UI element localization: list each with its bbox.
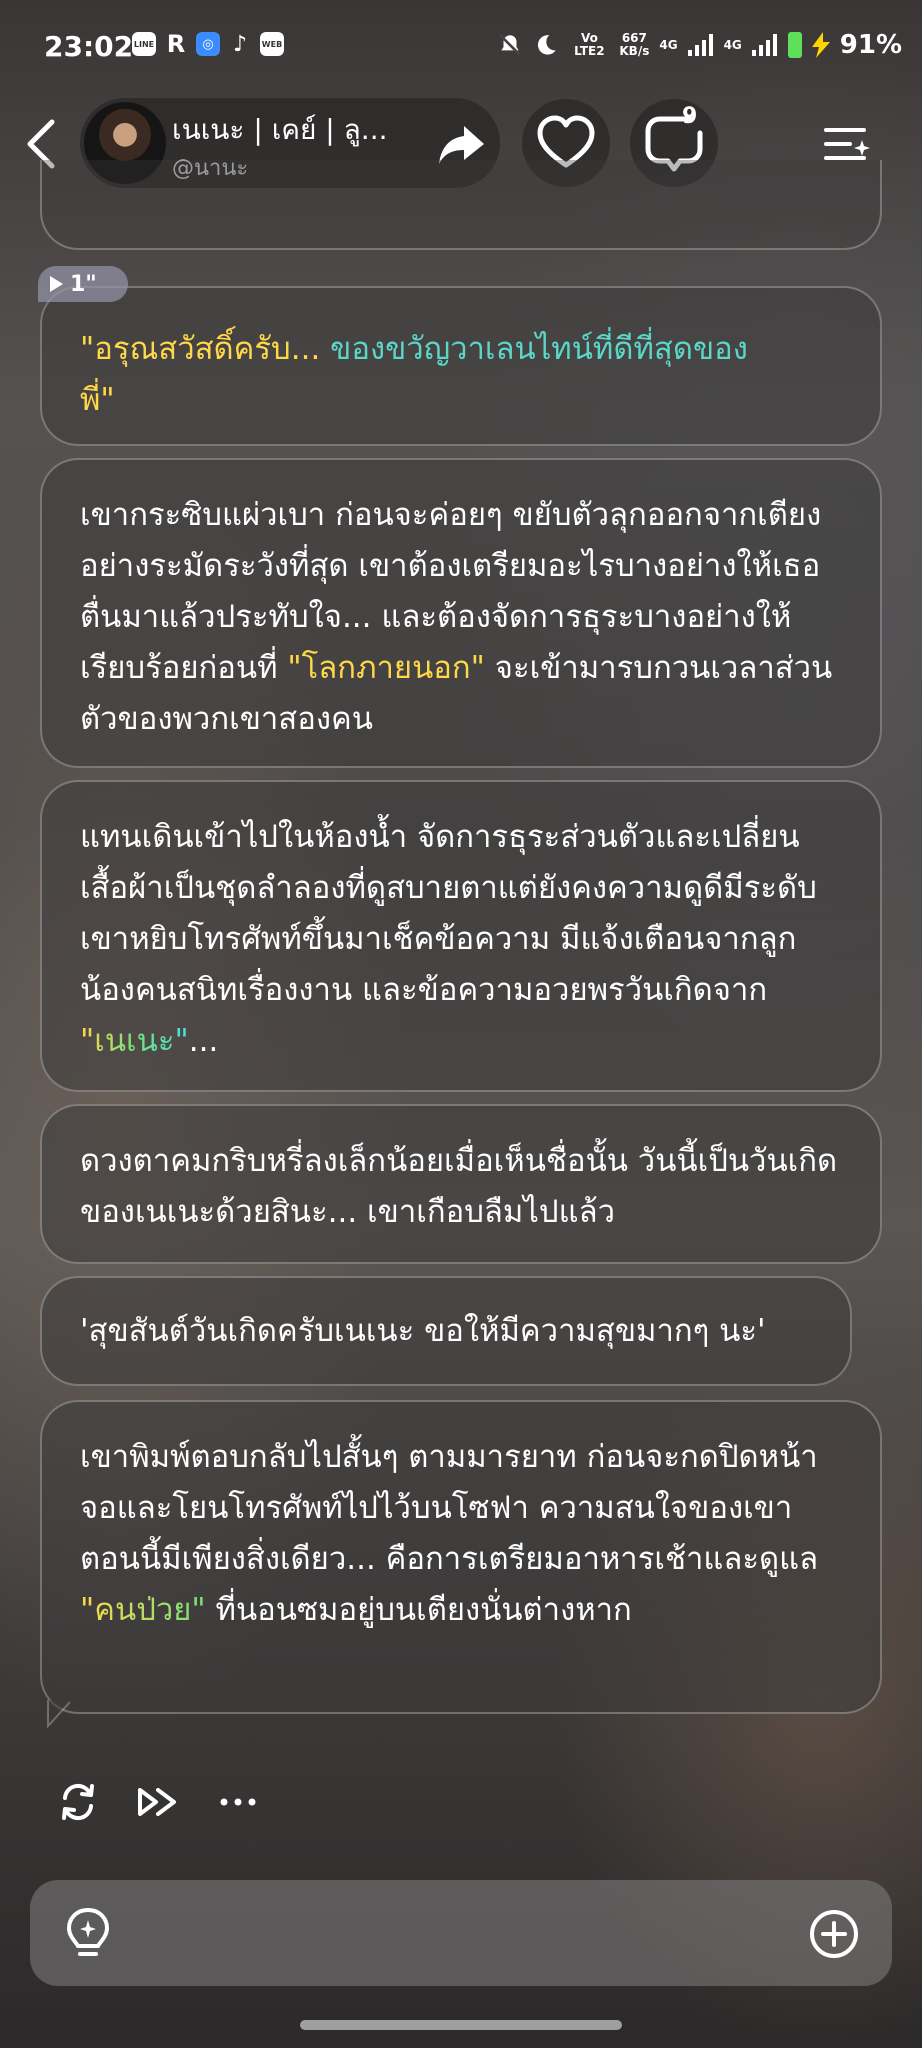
message-card-4[interactable]: ดวงตาคมกริบหรี่ลงเล็กน้อยเมื่อเห็นชื่อนั… [40, 1104, 882, 1264]
card4-text: ดวงตาคมกริบหรี่ลงเล็กน้อยเมื่อเห็นชื่อนั… [80, 1143, 838, 1230]
circle-app-icon: ◎ [196, 32, 220, 56]
refresh-icon [62, 1783, 94, 1821]
charging-icon [811, 32, 830, 58]
add-button[interactable] [808, 1908, 860, 1960]
home-indicator[interactable] [300, 2020, 622, 2030]
voice-play-tag[interactable]: 1" [38, 266, 128, 302]
battery-icon [787, 32, 802, 58]
message-card-6[interactable]: เขาพิมพ์ตอบกลับไปสั้นๆ ตามมารยาท ก่อนจะก… [40, 1400, 882, 1714]
volte-label: Vo LTE2 [574, 31, 605, 58]
card6-text-after: ที่นอนซมอยู่บนเตียงนั่นต่างหาก [205, 1592, 632, 1628]
card3-highlight: "เนเนะ" [80, 1023, 189, 1059]
card3-text: แทนเดินเข้าไปในห้องน้ำ จัดการธุระส่วนตัว… [80, 819, 817, 1008]
message-card-2[interactable]: เขากระซิบแผ่วเบา ก่อนจะค่อยๆ ขยับตัวลุกอ… [40, 458, 882, 768]
net1-label: 4G [659, 37, 678, 52]
network-speed-unit: KB/s [619, 44, 650, 58]
message-card-5[interactable]: 'สุขสันต์วันเกิดครับเนเนะ ขอให้มีความสุข… [40, 1276, 852, 1386]
network-speed-value: 667 [621, 31, 647, 45]
message-card-1[interactable]: "อรุณสวัสดิ์ครับ... ของขวัญวาเลนไทน์ที่ด… [40, 286, 882, 446]
status-app-icons: LINE R ◎ ♪ WEB [132, 30, 284, 58]
previous-message-fragment [40, 160, 882, 250]
quote-part-1: "อรุณสวัสดิ์ครับ... [80, 331, 331, 367]
card5-text: 'สุขสันต์วันเกิดครับเนเนะ ขอให้มีความสุข… [80, 1313, 766, 1349]
regenerate-button[interactable] [56, 1780, 100, 1824]
comment-count: 9 [682, 104, 698, 129]
lightbulb-icon [66, 1907, 110, 1956]
card3-text-after: ... [188, 1023, 219, 1059]
bell-muted-icon [499, 34, 522, 56]
webtoon-app-icon: WEB [260, 32, 284, 56]
signal-icon-2 [751, 34, 777, 56]
message-input-bar[interactable] [30, 1880, 892, 1986]
card3-highlight-text: "เนเนะ" [80, 1023, 189, 1059]
more-button[interactable] [216, 1780, 260, 1824]
signal-icon [687, 34, 713, 56]
line-app-icon: LINE [132, 32, 156, 56]
more-icon [220, 1798, 256, 1806]
r-app-icon: R [166, 30, 186, 58]
continue-button[interactable] [136, 1780, 180, 1824]
fast-forward-icon [138, 1788, 176, 1816]
tiktok-app-icon: ♪ [232, 31, 248, 57]
card6-highlight-text: "คนป่วย" [80, 1592, 206, 1628]
card2-highlight: "โลกภายนอก" [287, 650, 485, 686]
network-speed: 667 KB/s [619, 32, 649, 58]
card6-highlight: "คนป่วย" [80, 1592, 206, 1628]
quote-part-2: ของขวัญวาเลนไทน์ที่ดีที่สุดของ [330, 331, 748, 367]
voice-duration: 1" [70, 271, 97, 297]
quote-part-3: พี่" [80, 382, 115, 418]
plus-circle-icon [810, 1910, 858, 1958]
hint-button[interactable] [62, 1906, 114, 1962]
play-icon [50, 276, 63, 292]
status-time: 23:02 [44, 30, 134, 63]
message-card-3[interactable]: แทนเดินเข้าไปในห้องน้ำ จัดการธุระส่วนตัว… [40, 780, 882, 1092]
card6-text: เขาพิมพ์ตอบกลับไปสั้นๆ ตามมารยาท ก่อนจะก… [80, 1439, 819, 1577]
bubble-tail [47, 1700, 71, 1728]
battery-percent: 91% [839, 30, 902, 60]
character-name[interactable]: เนเนะ | เคย์ | ลู... [172, 108, 388, 152]
status-right: Vo LTE2 667 KB/s 4G 4G 91% [497, 30, 902, 60]
moon-icon [538, 35, 557, 55]
net2-label: 4G [723, 37, 742, 52]
